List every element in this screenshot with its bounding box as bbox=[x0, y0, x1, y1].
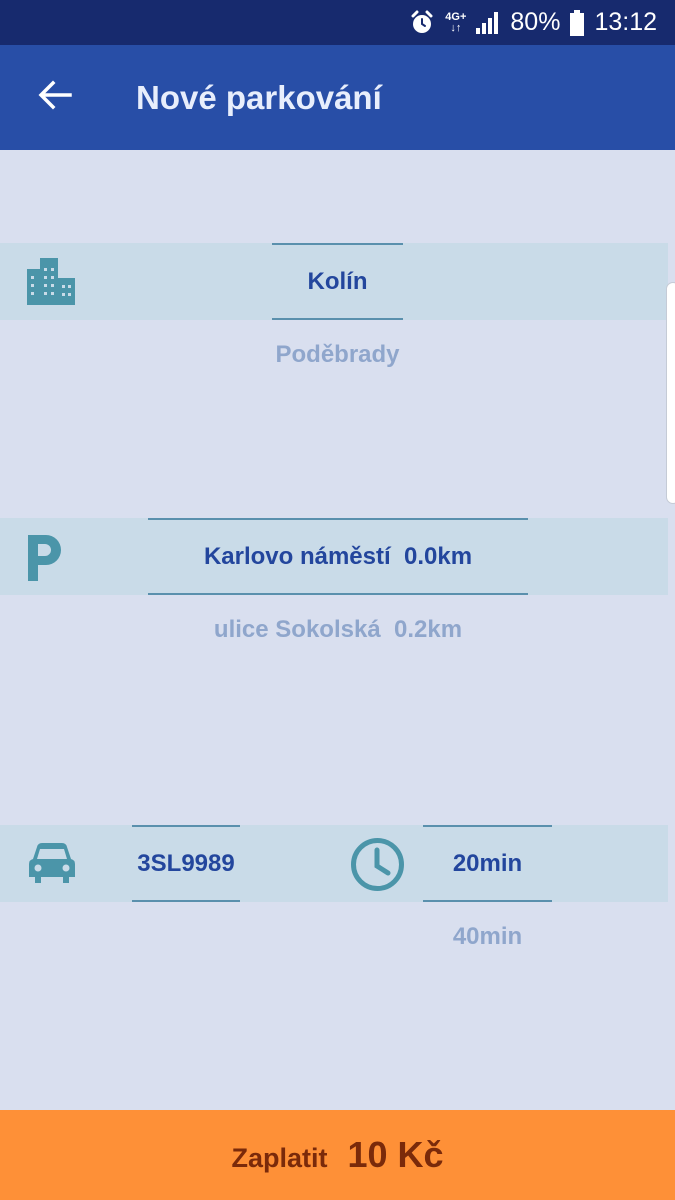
duration-selected[interactable]: 20min bbox=[423, 825, 552, 902]
alarm-icon bbox=[409, 10, 435, 36]
signal-icon bbox=[476, 11, 500, 34]
city-building-icon bbox=[27, 258, 75, 305]
status-bar: 4G+ ↓↑ 80% 13:12 bbox=[0, 0, 675, 45]
battery-icon bbox=[570, 9, 585, 36]
parking-icon bbox=[28, 535, 62, 581]
city-next-option[interactable]: Poděbrady bbox=[272, 320, 403, 390]
pay-amount: 10 Kč bbox=[347, 1134, 444, 1175]
battery-percent: 80% bbox=[510, 8, 561, 36]
vehicle-picker[interactable]: 3SL9989 bbox=[132, 825, 240, 902]
duration-next-option[interactable]: 40min bbox=[423, 902, 552, 972]
clock-time: 13:12 bbox=[594, 8, 657, 36]
city-picker[interactable]: Kolín Poděbrady bbox=[272, 243, 403, 390]
vehicle-duration-band bbox=[0, 825, 668, 902]
city-selected[interactable]: Kolín bbox=[272, 243, 403, 320]
pay-button[interactable]: Zaplatit 10 Kč bbox=[0, 1110, 675, 1200]
zone-next-option[interactable]: ulice Sokolská 0.2km bbox=[148, 595, 528, 665]
clock-icon bbox=[350, 837, 405, 892]
back-button[interactable] bbox=[25, 67, 85, 127]
scroll-handle[interactable] bbox=[666, 282, 675, 504]
vehicle-selected[interactable]: 3SL9989 bbox=[132, 825, 240, 902]
car-icon bbox=[29, 843, 75, 883]
pay-label: Zaplatit bbox=[231, 1142, 328, 1173]
zone-picker[interactable]: Karlovo náměstí 0.0km ulice Sokolská 0.2… bbox=[148, 518, 528, 665]
data-arrows: ↓↑ bbox=[450, 21, 462, 34]
duration-picker[interactable]: 20min 40min bbox=[423, 825, 552, 972]
network-4g-icon: 4G+ ↓↑ bbox=[445, 10, 467, 34]
app-bar: Nové parkování bbox=[0, 45, 675, 150]
network-type: 4G+ bbox=[445, 10, 467, 23]
zone-selected[interactable]: Karlovo náměstí 0.0km bbox=[148, 518, 528, 595]
arrow-left-icon bbox=[38, 80, 72, 115]
page-title: Nové parkování bbox=[136, 79, 382, 116]
